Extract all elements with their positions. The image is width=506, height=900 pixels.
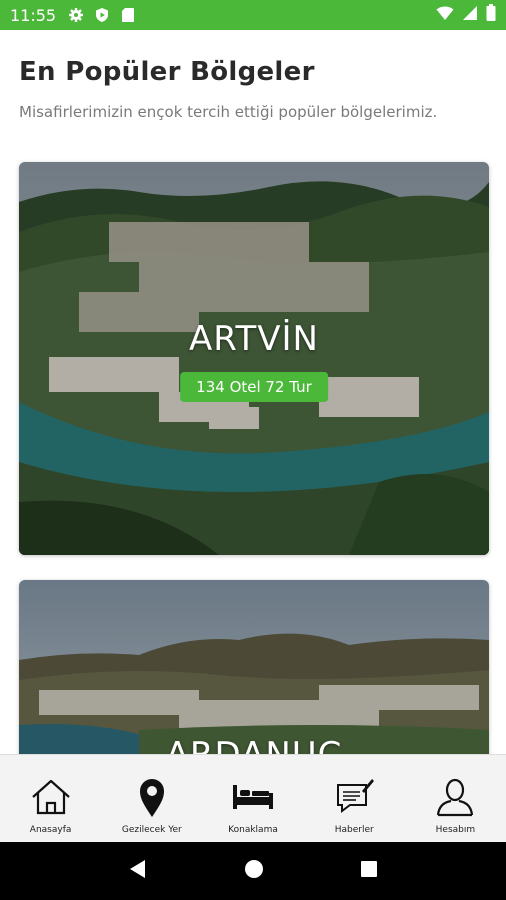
signal-icon [462,5,478,26]
nav-item-places[interactable]: Gezilecek Yer [101,755,202,842]
nav-label: Konaklama [228,825,278,835]
page-title: En Popüler Bölgeler [19,57,315,87]
main-content[interactable]: En Popüler Bölgeler Misafirlerimizin enç… [0,30,506,754]
nav-label: Anasayfa [29,825,72,835]
battery-icon [486,4,496,26]
wifi-icon [436,5,454,26]
status-time: 11:55 [10,5,57,25]
bottom-nav: Anasayfa Gezilecek Yer Konaklama Haberle… [0,754,506,842]
bed-icon [233,785,273,809]
home-icon [31,779,70,815]
system-nav-bar [0,842,506,900]
nav-item-accommodation[interactable]: Konaklama [202,755,303,842]
region-card-artvin[interactable]: ARTVİN 134 Otel 72 Tur [19,162,489,555]
page-subtitle: Misafirlerimizin ençok tercih ettiği pop… [19,103,438,121]
region-name: ARDANUÇ [19,735,489,754]
region-stats-badge: 134 Otel 72 Tur [180,372,328,402]
recents-icon[interactable] [359,859,379,884]
nav-item-news[interactable]: Haberler [304,755,405,842]
sd-card-icon [120,7,136,23]
user-icon [437,778,474,817]
play-protect-icon [94,7,110,23]
map-pin-icon [139,779,164,817]
nav-label: Hesabım [435,825,476,835]
home-button-icon[interactable] [243,858,265,885]
news-icon [337,779,375,813]
nav-item-account[interactable]: Hesabım [405,755,506,842]
nav-item-home[interactable]: Anasayfa [0,755,101,842]
settings-icon [68,7,84,23]
back-icon[interactable] [127,858,149,885]
region-card-ardanuc[interactable]: ARDANUÇ [19,580,489,754]
region-name: ARTVİN [189,319,319,359]
status-bar: 11:55 [0,0,506,30]
nav-label: Haberler [334,825,374,835]
nav-label: Gezilecek Yer [121,825,182,835]
